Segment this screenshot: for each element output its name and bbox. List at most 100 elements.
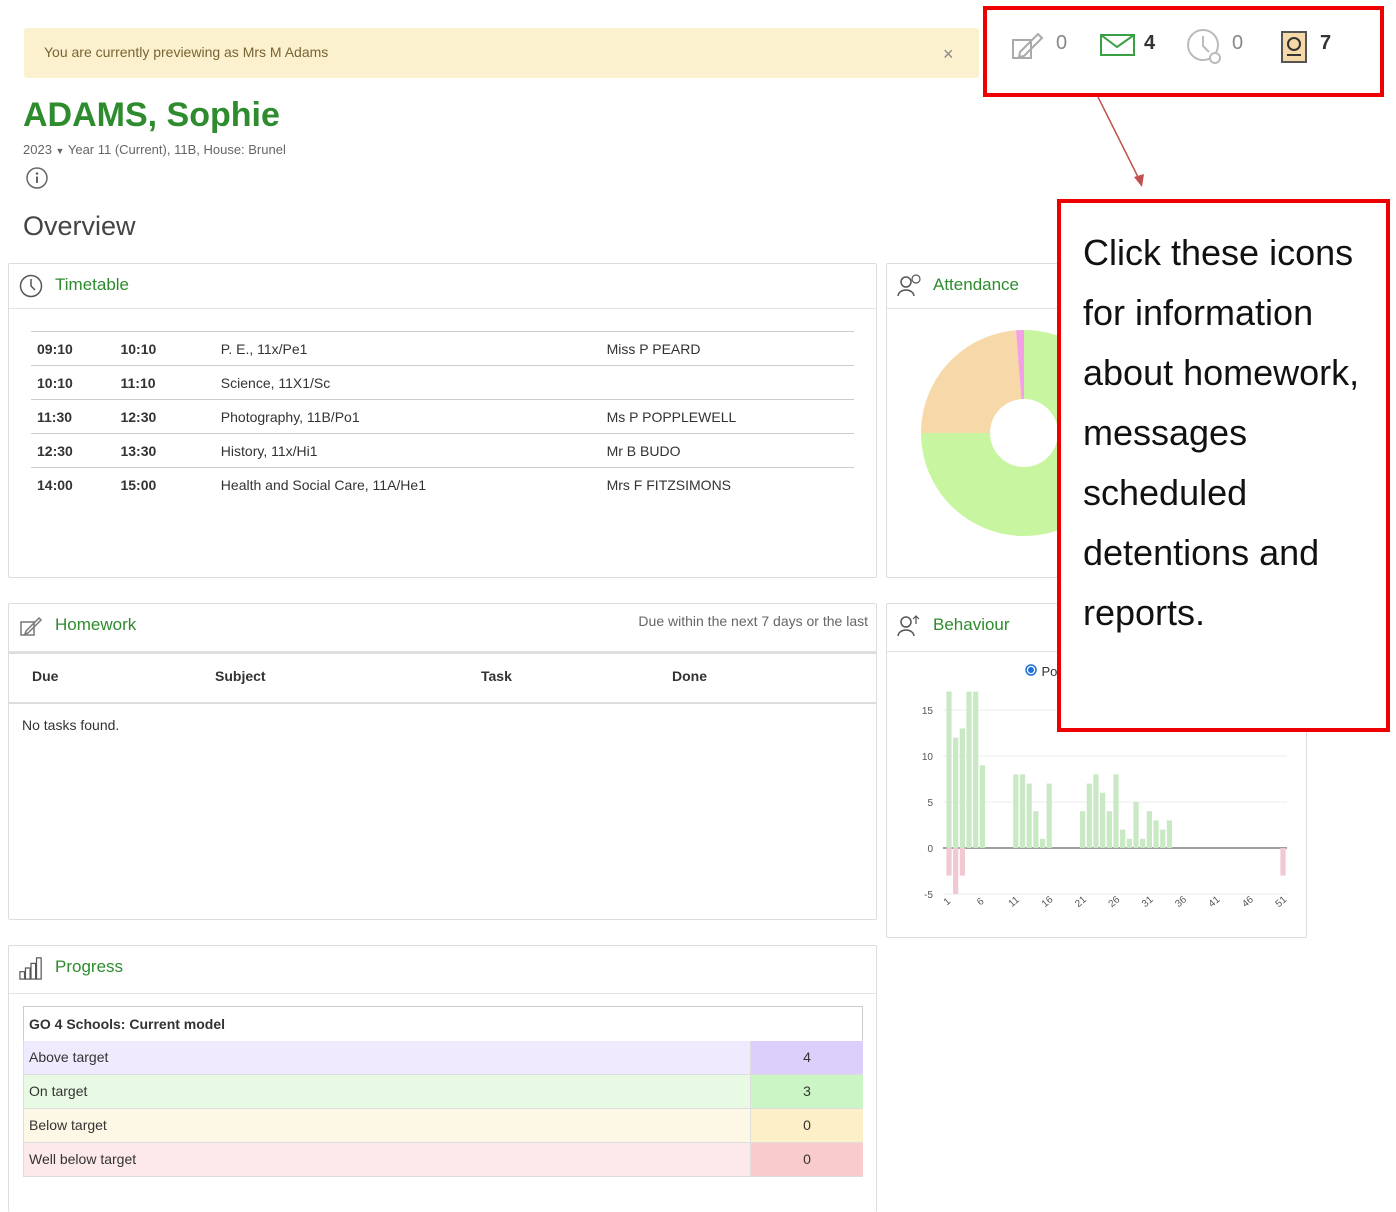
positive-bar <box>1013 774 1019 848</box>
x-tick-label: 26 <box>1107 894 1123 910</box>
timetable-teacher: Mr B BUDO <box>606 433 854 468</box>
timetable-teacher: Miss P PEARD <box>606 331 854 366</box>
progress-value[interactable]: 3 <box>750 1075 863 1108</box>
behaviour-person-icon <box>897 615 920 637</box>
x-tick-label: 31 <box>1140 894 1156 910</box>
student-details-line: 2023 ▼ Year 11 (Current), 11B, House: Br… <box>23 142 286 157</box>
positive-bar <box>946 691 952 848</box>
y-tick-label: -5 <box>924 890 933 901</box>
student-details: Year 11 (Current), 11B, House: Brunel <box>67 142 286 157</box>
timetable-row: 14:00 15:00 Health and Social Care, 11A/He… <box>31 467 854 501</box>
y-tick-label: 5 <box>927 798 933 809</box>
progress-label: Well below target <box>29 1151 137 1167</box>
info-icon[interactable] <box>26 167 48 189</box>
timetable-start: 11:30 <box>31 399 121 434</box>
progress-row: Well below target 0 <box>23 1143 863 1177</box>
col-done[interactable]: Done <box>672 668 707 684</box>
callout-arrow <box>1097 96 1144 187</box>
progress-value[interactable]: 0 <box>750 1109 863 1142</box>
positive-bar <box>1146 811 1152 848</box>
x-tick-label: 1 <box>942 896 954 908</box>
timetable-row: 11:30 12:30 Photography, 11B/Po1 Ms P POPPL… <box>31 399 854 434</box>
positive-bar <box>973 691 979 848</box>
attendance-panel: Attendance <box>886 263 1058 578</box>
y-tick-label: 10 <box>922 752 934 763</box>
progress-row: On target 3 <box>23 1075 863 1109</box>
positive-bar <box>966 691 972 848</box>
x-tick-label: 21 <box>1073 894 1089 910</box>
homework-title: Homework <box>55 615 137 634</box>
chevron-down-icon: ▼ <box>55 146 65 156</box>
timetable-row: 09:10 10:10 P. E., 11x/Pe1 Miss P PEARD <box>31 331 854 366</box>
progress-model-header: GO 4 Schools: Current model <box>23 1006 863 1042</box>
close-banner-button[interactable]: × <box>943 44 954 65</box>
x-tick-label: 36 <box>1173 894 1189 910</box>
attendance-header: Attendance <box>887 264 1057 309</box>
homework-columns: Due Subject Task Done <box>9 652 876 704</box>
x-tick-label: 46 <box>1240 894 1256 910</box>
timetable-table: 09:10 10:10 P. E., 11x/Pe1 Miss P PEARD 10:1… <box>31 331 854 501</box>
student-name: ADAMS, Sophie <box>23 96 280 134</box>
positive-bar <box>1166 820 1173 848</box>
highlight-box <box>983 6 1384 97</box>
progress-value[interactable]: 4 <box>750 1041 863 1074</box>
progress-rows: Above target 4 On target 3 Below target 0 Well… <box>23 1041 863 1177</box>
progress-header: Progress <box>9 946 876 994</box>
positive-bar <box>1046 783 1052 848</box>
homework-filter[interactable]: Due within the next 7 days or the last <box>638 613 868 629</box>
behaviour-legend-label: Po <box>1041 664 1058 679</box>
attendance-title: Attendance <box>933 275 1020 294</box>
timetable-start: 09:10 <box>31 331 121 366</box>
homework-header: Homework Due within the next 7 days or t… <box>9 604 876 652</box>
homework-panel: Homework Due within the next 7 days or t… <box>8 603 877 920</box>
negative-bar <box>1280 848 1286 876</box>
attendance-donut-chart <box>921 330 1057 536</box>
page-title: Overview <box>23 211 136 241</box>
progress-value[interactable]: 0 <box>750 1143 863 1176</box>
timetable-end: 15:00 <box>120 467 221 501</box>
timetable-end: 10:10 <box>120 331 221 366</box>
attendance-person-icon <box>897 274 921 297</box>
timetable-row: 12:30 13:30 History, 11x/Hi1 Mr B BUDO <box>31 433 854 468</box>
x-tick-label: 41 <box>1207 894 1223 910</box>
positive-bar <box>959 728 965 848</box>
timetable-end: 13:30 <box>120 433 221 468</box>
clock-icon <box>19 274 43 298</box>
progress-row: Above target 4 <box>23 1041 863 1075</box>
positive-bar <box>1100 792 1106 848</box>
positive-bar <box>1133 802 1139 848</box>
col-due[interactable]: Due <box>32 668 58 684</box>
x-tick-label: 6 <box>975 896 987 908</box>
negative-bar <box>959 848 965 876</box>
timetable-lesson: History, 11x/Hi1 <box>220 433 607 468</box>
timetable-start: 12:30 <box>31 433 121 468</box>
col-task[interactable]: Task <box>481 668 512 684</box>
homework-icon <box>20 616 43 636</box>
positive-bar <box>1033 811 1039 848</box>
col-subject[interactable]: Subject <box>215 668 266 684</box>
behaviour-legend[interactable]: Po <box>1025 663 1057 681</box>
homework-empty: No tasks found. <box>22 717 120 733</box>
positive-bar <box>1106 811 1112 848</box>
bar-chart-icon <box>19 957 42 980</box>
timetable-end: 11:10 <box>120 365 221 400</box>
timetable-lesson: Photography, 11B/Po1 <box>220 399 607 434</box>
timetable-row: 10:10 11:10 Science, 11X1/Sc <box>31 365 854 400</box>
positive-bar <box>1120 829 1126 848</box>
progress-label: Below target <box>29 1117 107 1133</box>
preview-banner-text: You are currently previewing as Mrs M Ad… <box>44 44 329 60</box>
timetable-lesson: P. E., 11x/Pe1 <box>220 331 607 366</box>
progress-panel: Progress GO 4 Schools: Current model Abo… <box>8 945 877 1212</box>
positive-bar <box>1019 774 1026 848</box>
timetable-teacher: Mrs F FITZSIMONS <box>606 467 854 501</box>
progress-model: GO 4 Schools: Current model <box>29 1016 226 1032</box>
positive-bar <box>953 737 959 848</box>
timetable-end: 12:30 <box>120 399 221 434</box>
timetable-start: 14:00 <box>31 467 121 501</box>
timetable-lesson: Science, 11X1/Sc <box>220 365 607 400</box>
radio-selected-icon <box>1025 664 1037 676</box>
y-tick-label: 15 <box>922 706 934 717</box>
year-select[interactable]: 2023 <box>23 142 52 157</box>
callout-text: Click these icons for information about … <box>1083 232 1360 633</box>
positive-bar <box>1153 820 1159 848</box>
